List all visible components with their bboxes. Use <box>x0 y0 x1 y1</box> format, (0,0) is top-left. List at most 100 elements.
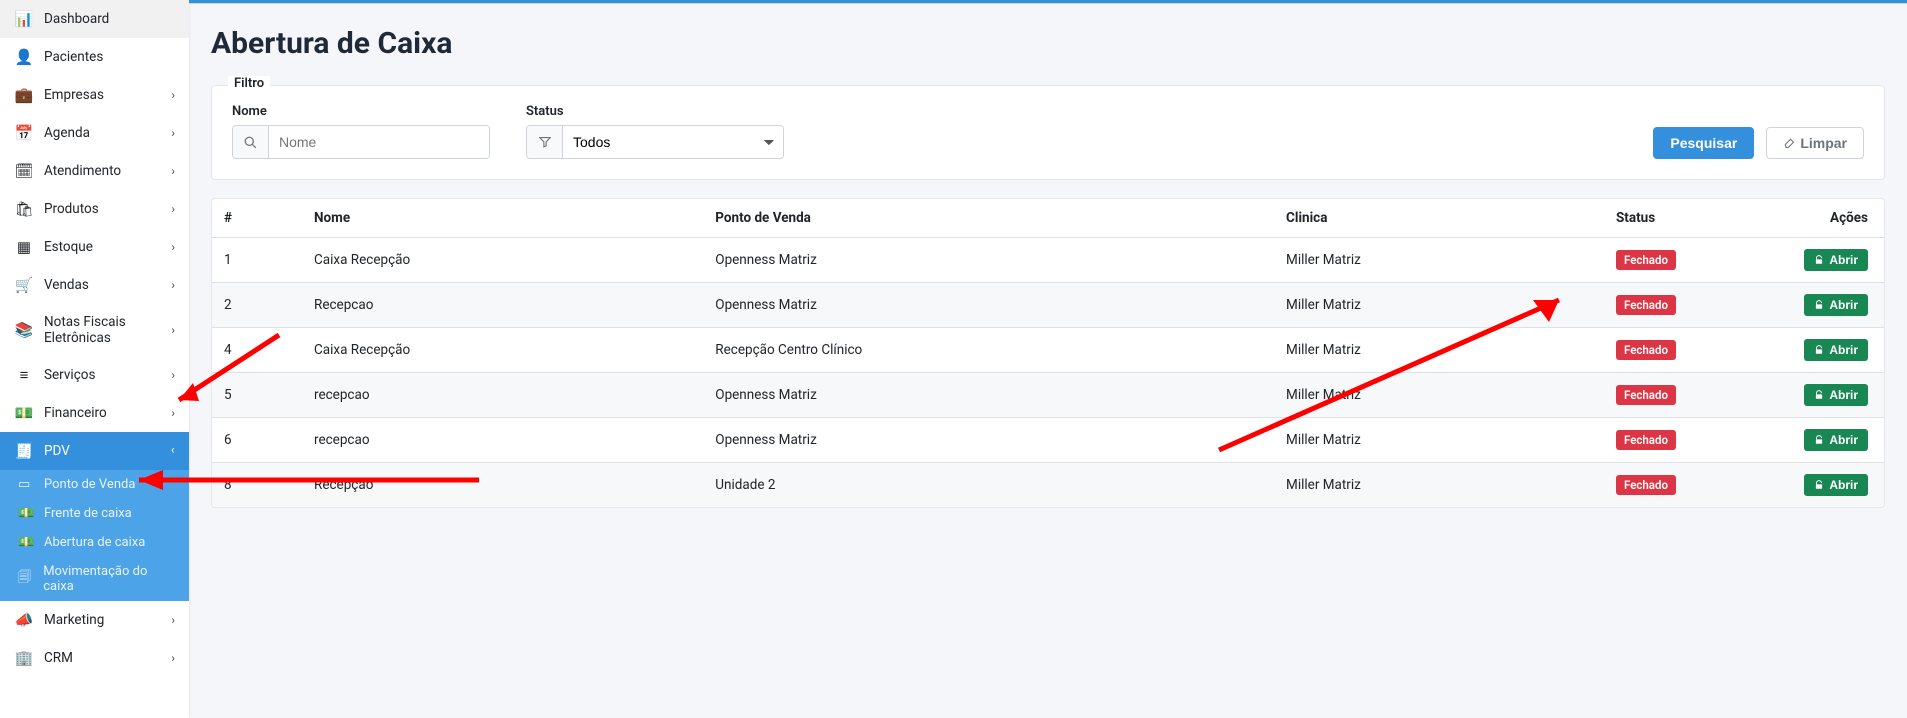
sidebar-item[interactable]: 🛒Vendas› <box>0 266 189 304</box>
sidebar-item[interactable]: 📚Notas Fiscais Eletrônicas› <box>0 304 189 356</box>
filter-status-group: Status Todos <box>526 104 784 159</box>
chevron-right-icon: › <box>171 323 175 337</box>
table-row: 5recepcaoOpenness MatrizMiller MatrizFec… <box>212 373 1884 418</box>
chevron-right-icon: › <box>171 126 175 140</box>
status-badge: Fechado <box>1616 340 1676 360</box>
cell-nome: Caixa Recepção <box>302 238 703 283</box>
cell-nome: Recepcao <box>302 283 703 328</box>
sidebar-item-label: Atendimento <box>44 163 171 179</box>
sidebar-item[interactable]: 💼Empresas› <box>0 76 189 114</box>
status-badge: Fechado <box>1616 385 1676 405</box>
unlock-icon <box>1814 300 1824 310</box>
sidebar-item-label: Agenda <box>44 125 171 141</box>
nav-icon: 🗓 <box>14 162 34 180</box>
unlock-icon <box>1814 345 1824 355</box>
cash-register-icon: 🧾 <box>14 442 34 460</box>
cell-id: 1 <box>212 238 302 283</box>
cell-status: Fechado <box>1604 463 1714 508</box>
cell-nome: recepcao <box>302 373 703 418</box>
sidebar-subitem-label: Abertura de caixa <box>44 535 145 550</box>
col-clinica: Clinica <box>1274 199 1604 238</box>
cell-pdv: Unidade 2 <box>703 463 1274 508</box>
sidebar-item[interactable]: 💵Financeiro› <box>0 394 189 432</box>
clear-button[interactable]: Limpar <box>1766 127 1864 159</box>
cell-clinica: Miller Matriz <box>1274 238 1604 283</box>
filter-panel: Filtro Nome Status Todos <box>211 85 1885 180</box>
filter-name-group: Nome <box>232 104 490 159</box>
search-button[interactable]: Pesquisar <box>1653 127 1754 159</box>
nav-icon: 📣 <box>14 611 34 629</box>
chevron-right-icon: › <box>171 240 175 254</box>
sub-icon: ▭ <box>18 477 36 492</box>
sidebar-item-label: Serviços <box>44 367 171 383</box>
cell-pdv: Openness Matriz <box>703 283 1274 328</box>
col-acoes: Ações <box>1714 199 1884 238</box>
filter-name-input[interactable] <box>269 126 489 158</box>
sub-icon: 💵 <box>18 535 36 550</box>
sidebar-subitem[interactable]: ▭Ponto de Venda <box>0 470 189 499</box>
sidebar: 📊 Dashboard 👤Pacientes💼Empresas›📅Agenda› 🗓 A… <box>0 0 189 718</box>
col-nome: Nome <box>302 199 703 238</box>
table-row: 2RecepcaoOpenness MatrizMiller MatrizFec… <box>212 283 1884 328</box>
sidebar-subitem[interactable]: 🗐 Movimentação do caixa <box>0 557 189 601</box>
open-button[interactable]: Abrir <box>1804 384 1868 406</box>
cell-id: 6 <box>212 418 302 463</box>
status-badge: Fechado <box>1616 430 1676 450</box>
sidebar-item[interactable]: 🛍Produtos› <box>0 190 189 228</box>
chevron-right-icon: › <box>171 88 175 102</box>
cell-id: 4 <box>212 328 302 373</box>
unlock-icon <box>1814 255 1824 265</box>
filter-status-select[interactable]: Todos <box>563 126 783 158</box>
table-row: 4Caixa RecepçãoRecepção Centro ClínicoMi… <box>212 328 1884 373</box>
filter-name-label: Nome <box>232 104 490 119</box>
nav-icon: 📊 <box>14 10 34 28</box>
cell-nome: Recepção <box>302 463 703 508</box>
sidebar-item[interactable]: 📣Marketing› <box>0 601 189 639</box>
nav-icon: 📚 <box>14 321 34 339</box>
unlock-icon <box>1814 390 1824 400</box>
sidebar-item[interactable]: 👤Pacientes <box>0 38 189 76</box>
sidebar-item-label: CRM <box>44 650 171 666</box>
sidebar-item-pdv[interactable]: 🧾 PDV › <box>0 432 189 470</box>
sidebar-item[interactable]: ▦Estoque› <box>0 228 189 266</box>
sidebar-item-label: Pacientes <box>44 49 175 65</box>
sidebar-item[interactable]: 📅Agenda› <box>0 114 189 152</box>
cell-id: 5 <box>212 373 302 418</box>
open-button[interactable]: Abrir <box>1804 339 1868 361</box>
chevron-down-icon: › <box>171 444 175 458</box>
nav-icon: ≡ <box>14 366 34 384</box>
sidebar-item-label: Vendas <box>44 277 171 293</box>
sidebar-item[interactable]: 🗓Atendimento› <box>0 152 189 190</box>
sidebar-item[interactable]: 🏢CRM› <box>0 639 189 677</box>
status-badge: Fechado <box>1616 250 1676 270</box>
open-button[interactable]: Abrir <box>1804 474 1868 496</box>
sidebar-subitem[interactable]: 💵Frente de caixa <box>0 499 189 528</box>
table-row: 1Caixa RecepçãoOpenness MatrizMiller Mat… <box>212 238 1884 283</box>
clear-button-label: Limpar <box>1800 135 1847 151</box>
sidebar-item[interactable]: 📊 Dashboard <box>0 0 189 38</box>
sidebar-item[interactable]: ≡Serviços› <box>0 356 189 394</box>
sub-icon: 🗐 <box>18 568 35 590</box>
sidebar-item-label: Dashboard <box>44 11 175 27</box>
cell-clinica: Miller Matriz <box>1274 373 1604 418</box>
open-button[interactable]: Abrir <box>1804 429 1868 451</box>
eraser-icon <box>1783 137 1795 149</box>
table-header-row: # Nome Ponto de Venda Clinica Status Açõ… <box>212 199 1884 238</box>
status-badge: Fechado <box>1616 475 1676 495</box>
unlock-icon <box>1814 435 1824 445</box>
cell-id: 2 <box>212 283 302 328</box>
open-button[interactable]: Abrir <box>1804 249 1868 271</box>
cell-pdv: Openness Matriz <box>703 238 1274 283</box>
cell-actions: Abrir <box>1714 283 1884 328</box>
sidebar-subitem-label: Movimentação do caixa <box>43 564 175 594</box>
sidebar-item-label: Estoque <box>44 239 171 255</box>
open-button[interactable]: Abrir <box>1804 294 1868 316</box>
sidebar-subitem[interactable]: 💵 Abertura de caixa <box>0 528 189 557</box>
filter-status-label: Status <box>526 104 784 119</box>
sidebar-item-label: Financeiro <box>44 405 171 421</box>
table-row: 8RecepçãoUnidade 2Miller MatrizFechado A… <box>212 463 1884 508</box>
cell-actions: Abrir <box>1714 463 1884 508</box>
nav-icon: 🛒 <box>14 276 34 294</box>
cell-clinica: Miller Matriz <box>1274 328 1604 373</box>
chevron-right-icon: › <box>171 613 175 627</box>
